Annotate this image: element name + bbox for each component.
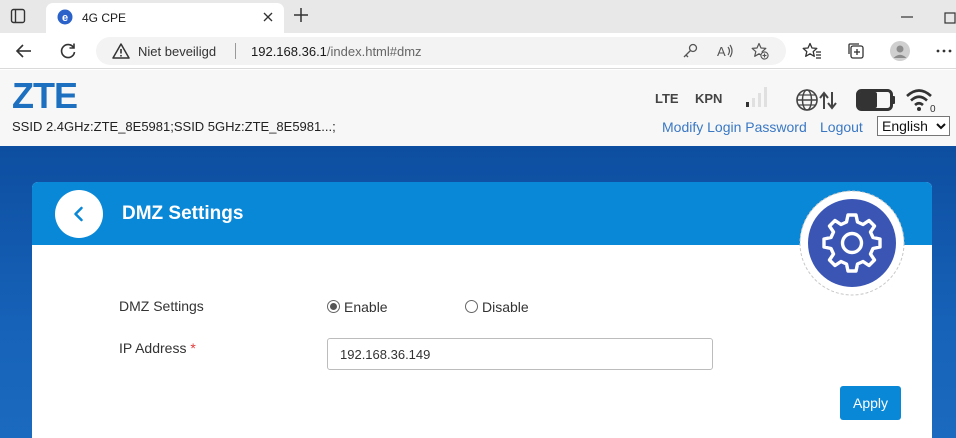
ip-address-label: IP Address *: [119, 340, 196, 356]
address-bar[interactable]: Niet beveiligd 192.168.36.1/index.html#d…: [96, 37, 786, 65]
url-text[interactable]: 192.168.36.1/index.html#dmz: [251, 44, 422, 59]
disable-radio[interactable]: [465, 300, 478, 313]
favorites-icon[interactable]: [802, 41, 822, 61]
gear-icon: [799, 190, 905, 296]
url-host: 192.168.36.1: [251, 44, 327, 59]
tab-title: 4G CPE: [82, 11, 127, 25]
back-arrow-icon[interactable]: [14, 41, 34, 61]
close-icon[interactable]: [261, 10, 275, 24]
logout-link[interactable]: Logout: [820, 119, 863, 135]
plus-icon[interactable]: [292, 6, 310, 24]
svg-text:A: A: [717, 44, 726, 59]
page-title: DMZ Settings: [122, 203, 244, 224]
address-separator: [235, 43, 236, 59]
refresh-icon[interactable]: [58, 41, 78, 61]
back-button[interactable]: [55, 190, 103, 238]
disable-radio-label[interactable]: Disable: [482, 299, 529, 315]
warning-icon[interactable]: [112, 43, 130, 59]
browser-tab[interactable]: e 4G CPE: [46, 3, 284, 33]
minimize-icon[interactable]: [900, 10, 914, 24]
restore-icon[interactable]: [944, 10, 956, 24]
more-icon[interactable]: [934, 41, 954, 61]
ip-address-label-text: IP Address: [119, 340, 187, 356]
read-aloud-icon[interactable]: A: [716, 42, 734, 60]
url-path: /index.html#dmz: [326, 44, 422, 59]
router-header: ZTE SSID 2.4GHz:ZTE_8E5981;SSID 5GHz:ZTE…: [0, 70, 956, 146]
modify-login-password-link[interactable]: Modify Login Password: [662, 119, 807, 135]
profile-icon[interactable]: [890, 41, 910, 61]
tab-favicon-icon: e: [57, 9, 73, 25]
window-menu-icon[interactable]: [10, 8, 26, 24]
chevron-left-icon: [74, 206, 83, 222]
key-icon[interactable]: [681, 42, 699, 60]
card-header: DMZ Settings: [32, 182, 932, 245]
collections-icon[interactable]: [846, 41, 866, 61]
add-favorite-icon[interactable]: [751, 42, 769, 60]
language-select[interactable]: English: [877, 116, 950, 136]
browser-tabstrip: e 4G CPE: [0, 0, 956, 33]
enable-radio[interactable]: [327, 300, 340, 313]
ip-address-input[interactable]: [327, 338, 713, 370]
zte-logo: ZTE: [12, 75, 78, 116]
battery-icon: [856, 89, 895, 111]
enable-radio-label[interactable]: Enable: [344, 299, 388, 315]
network-type: LTE: [655, 91, 679, 106]
operator-name: KPN: [695, 91, 723, 106]
apply-button[interactable]: Apply: [840, 386, 901, 420]
required-mark: *: [190, 340, 196, 356]
ssid-info: SSID 2.4GHz:ZTE_8E5981;SSID 5GHz:ZTE_8E5…: [12, 119, 336, 134]
security-status[interactable]: Niet beveiligd: [138, 44, 216, 59]
browser-toolbar: Niet beveiligd 192.168.36.1/index.html#d…: [0, 33, 956, 69]
globe-transfer-icon: [796, 89, 837, 111]
signal-icon: [746, 87, 767, 107]
wifi-icon: 0: [906, 89, 936, 114]
svg-text:e: e: [62, 12, 68, 24]
wifi-clients-count: 0: [930, 104, 936, 114]
dmz-settings-label: DMZ Settings: [119, 298, 204, 314]
